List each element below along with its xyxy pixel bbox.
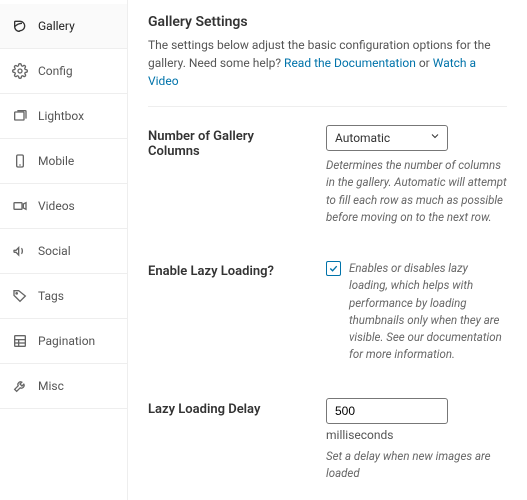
divider <box>148 106 507 107</box>
columns-select[interactable]: Automatic <box>326 125 448 151</box>
megaphone-icon <box>12 243 28 259</box>
intro-text-mid: or <box>416 56 433 70</box>
sidebar-item-gallery[interactable]: Gallery <box>0 4 127 49</box>
field-description: Set a delay when new images are loaded <box>326 448 507 483</box>
sidebar-item-label: Tags <box>38 289 64 303</box>
docs-link[interactable]: Read the Documentation <box>284 56 416 70</box>
video-icon <box>12 198 28 214</box>
sidebar-item-lightbox[interactable]: Lightbox <box>0 94 127 139</box>
field-label: Number of Gallery Columns <box>148 125 308 226</box>
sidebar-item-label: Config <box>38 64 73 78</box>
field-description: Enables or disables lazy loading, which … <box>349 260 507 364</box>
leaf-icon <box>12 18 28 34</box>
wrench-icon <box>12 378 28 394</box>
phone-icon <box>12 153 28 169</box>
sidebar-item-label: Gallery <box>38 19 75 33</box>
tag-icon <box>12 288 28 304</box>
sidebar-item-mobile[interactable]: Mobile <box>0 139 127 184</box>
unit-label: milliseconds <box>326 428 507 442</box>
page-title: Gallery Settings <box>148 14 507 30</box>
field-label: Lazy Loading Delay <box>148 398 308 483</box>
layers-icon <box>12 108 28 124</box>
sidebar-item-label: Social <box>38 244 71 258</box>
select-value: Automatic <box>326 125 448 151</box>
grid-icon <box>12 333 28 349</box>
sidebar-item-tags[interactable]: Tags <box>0 274 127 319</box>
content-panel: Gallery Settings The settings below adju… <box>128 0 527 500</box>
page-intro: The settings below adjust the basic conf… <box>148 36 507 90</box>
settings-sidebar: Gallery Config Lightbox Mobile Videos <box>0 0 128 500</box>
sidebar-item-videos[interactable]: Videos <box>0 184 127 229</box>
sidebar-item-config[interactable]: Config <box>0 49 127 94</box>
field-delay: Lazy Loading Delay milliseconds Set a de… <box>148 398 507 483</box>
sidebar-item-social[interactable]: Social <box>0 229 127 274</box>
gear-icon <box>12 63 28 79</box>
field-lazy: Enable Lazy Loading? Enables or disables… <box>148 260 507 364</box>
field-label: Enable Lazy Loading? <box>148 260 308 364</box>
sidebar-item-label: Videos <box>38 199 75 213</box>
sidebar-item-label: Mobile <box>38 154 74 168</box>
sidebar-item-misc[interactable]: Misc <box>0 364 127 409</box>
sidebar-item-label: Lightbox <box>38 109 84 123</box>
field-columns: Number of Gallery Columns Automatic Dete… <box>148 125 507 226</box>
delay-input[interactable] <box>326 398 448 424</box>
sidebar-item-label: Pagination <box>38 334 95 348</box>
field-description: Determines the number of columns in the … <box>326 157 507 226</box>
lazy-checkbox[interactable] <box>326 261 341 276</box>
sidebar-item-pagination[interactable]: Pagination <box>0 319 127 364</box>
sidebar-item-label: Misc <box>38 379 64 393</box>
